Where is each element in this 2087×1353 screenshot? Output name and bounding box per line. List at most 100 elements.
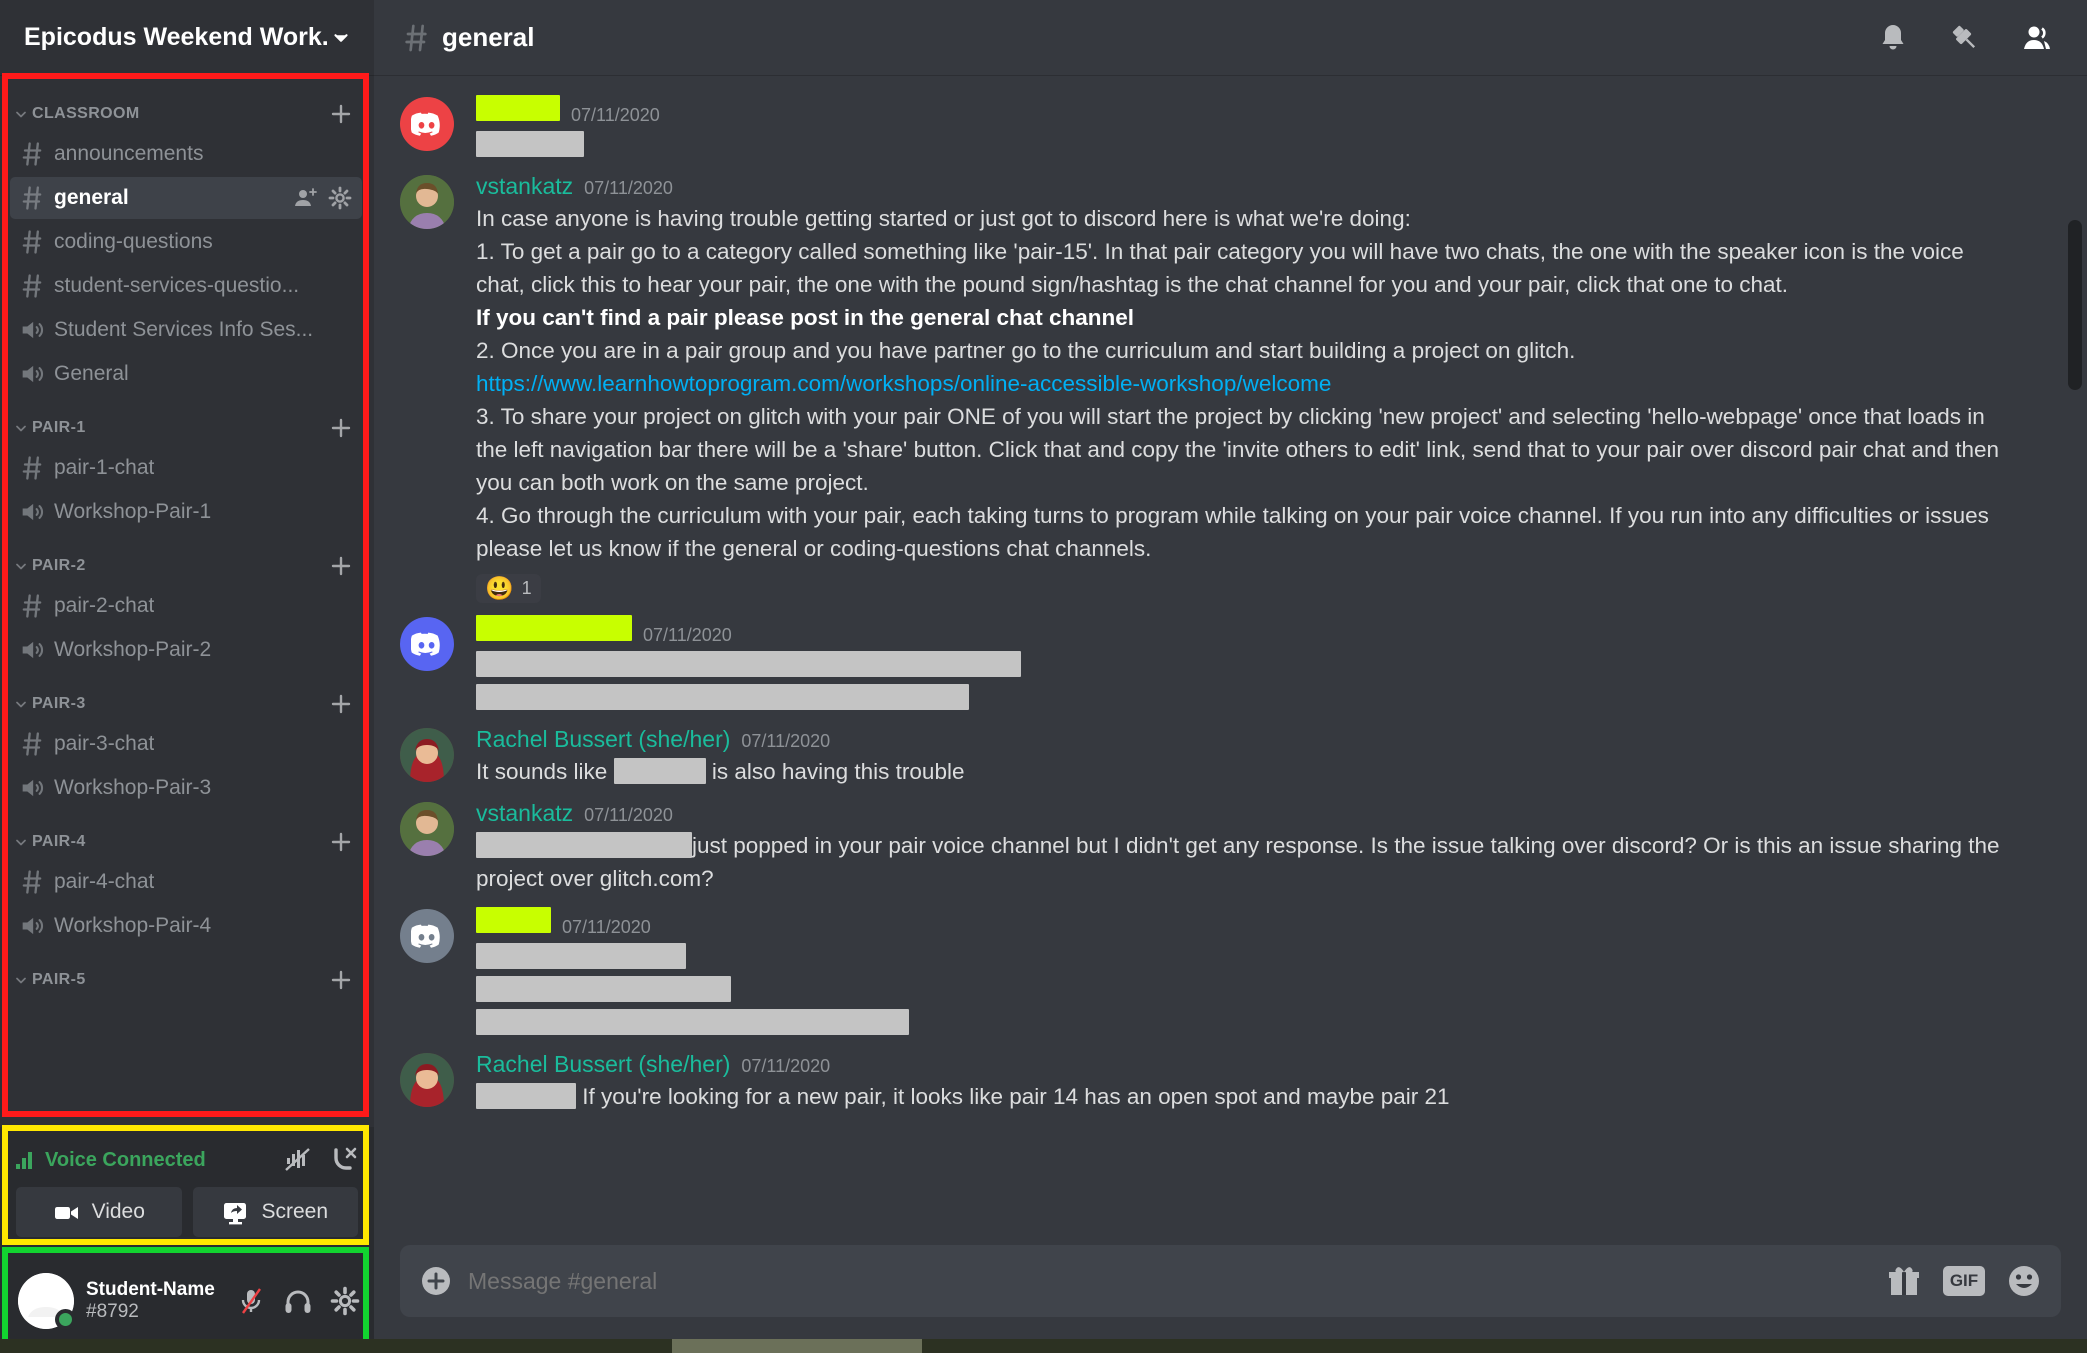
category-label: PAIR-3 bbox=[32, 695, 86, 712]
add-channel-icon[interactable] bbox=[330, 693, 352, 715]
user-display-name: Student-Name bbox=[86, 1279, 215, 1301]
channel-label: announcements bbox=[54, 142, 204, 165]
add-channel-icon[interactable] bbox=[330, 555, 352, 577]
add-channel-icon[interactable] bbox=[330, 417, 352, 439]
server-header[interactable]: Epicodus Weekend Work... bbox=[0, 0, 374, 75]
category-header-pair-2[interactable]: PAIR-2 bbox=[0, 535, 374, 583]
gear-icon[interactable] bbox=[330, 1286, 360, 1316]
redaction-block bbox=[476, 651, 1021, 677]
gif-button[interactable]: GIF bbox=[1943, 1266, 1985, 1296]
emoji-icon: 😃 bbox=[485, 575, 514, 601]
chevron-down-icon[interactable] bbox=[14, 973, 28, 987]
avatar[interactable] bbox=[400, 1053, 454, 1107]
category-header-pair-4[interactable]: PAIR-4 bbox=[0, 811, 374, 859]
avatar[interactable] bbox=[400, 909, 454, 963]
disconnect-call-icon[interactable] bbox=[330, 1146, 358, 1174]
create-invite-icon[interactable] bbox=[294, 186, 318, 210]
screen-share-button[interactable]: Screen bbox=[192, 1187, 358, 1237]
video-button-label: Video bbox=[91, 1200, 145, 1223]
emoji-icon[interactable] bbox=[2007, 1264, 2041, 1298]
avatar[interactable] bbox=[400, 728, 454, 782]
chevron-down-icon[interactable] bbox=[14, 421, 28, 435]
category-header-classroom[interactable]: CLASSROOM bbox=[0, 83, 374, 131]
sidebar-item-coding-questions[interactable]: coding-questions bbox=[10, 221, 362, 263]
message-body: Rachel Bussert (she/her) 07/11/2020 It sou… bbox=[476, 726, 2017, 788]
avatar[interactable] bbox=[400, 617, 454, 671]
message: Rachel Bussert (she/her) 07/11/2020 If yo… bbox=[374, 1045, 2087, 1119]
add-channel-icon[interactable] bbox=[330, 969, 352, 991]
chevron-down-icon[interactable] bbox=[330, 27, 352, 49]
message: 07/11/2020 bbox=[374, 89, 2087, 167]
sidebar-item-workshop-pair-3[interactable]: Workshop-Pair-3 bbox=[10, 767, 362, 809]
sidebar-item-student-services-questio[interactable]: student-services-questio... bbox=[10, 265, 362, 307]
avatar[interactable] bbox=[18, 1273, 76, 1330]
avatar[interactable] bbox=[400, 802, 454, 856]
video-button[interactable]: Video bbox=[16, 1187, 182, 1237]
channel-label: Student Services Info Ses... bbox=[54, 318, 314, 341]
noise-suppression-icon[interactable] bbox=[284, 1146, 312, 1174]
category-header-pair-1[interactable]: PAIR-1 bbox=[0, 397, 374, 445]
microphone-muted-icon[interactable] bbox=[236, 1286, 266, 1316]
sidebar-item-general[interactable]: General bbox=[10, 353, 362, 395]
add-channel-icon[interactable] bbox=[330, 831, 352, 853]
add-channel-icon[interactable] bbox=[330, 103, 352, 125]
sidebar-item-workshop-pair-4[interactable]: Workshop-Pair-4 bbox=[10, 905, 362, 947]
channel-label: Workshop-Pair-4 bbox=[54, 914, 212, 937]
category-label: CLASSROOM bbox=[32, 105, 140, 122]
message-author[interactable]: vstankatz bbox=[476, 800, 573, 827]
hash-icon bbox=[22, 870, 42, 894]
channel-hover-actions bbox=[294, 186, 352, 210]
message: vstankatz 07/11/2020 In case anyone is hav… bbox=[374, 167, 2087, 609]
pin-icon[interactable] bbox=[1949, 22, 1981, 54]
message-text-redacted bbox=[476, 940, 2017, 973]
message-scrollbar[interactable] bbox=[2068, 220, 2082, 390]
bell-icon[interactable] bbox=[1877, 22, 1909, 54]
sidebar-item-pair-2-chat[interactable]: pair-2-chat bbox=[10, 585, 362, 627]
message-reaction[interactable]: 😃 1 bbox=[476, 574, 541, 603]
message-timestamp: 07/11/2020 bbox=[643, 625, 732, 645]
message-list[interactable]: 07/11/2020 vstankatz 07/11/2020 In case any… bbox=[374, 75, 2087, 1245]
message-author[interactable]: Rachel Bussert (she/her) bbox=[476, 726, 730, 753]
avatar[interactable] bbox=[400, 175, 454, 229]
channel-list[interactable]: CLASSROOM announcements general coding-ques… bbox=[0, 75, 374, 1127]
headphones-icon[interactable] bbox=[283, 1286, 313, 1316]
speaker-icon bbox=[22, 365, 44, 383]
message-timestamp: 07/11/2020 bbox=[562, 917, 651, 937]
gift-icon[interactable] bbox=[1887, 1264, 1921, 1298]
hash-icon bbox=[22, 230, 42, 254]
message-author[interactable]: vstankatz bbox=[476, 173, 573, 200]
sidebar-item-general[interactable]: general bbox=[10, 177, 362, 219]
add-attachment-icon[interactable] bbox=[418, 1263, 454, 1299]
user-control-icons bbox=[236, 1286, 360, 1316]
category-header-pair-3[interactable]: PAIR-3 bbox=[0, 673, 374, 721]
sidebar-item-pair-3-chat[interactable]: pair-3-chat bbox=[10, 723, 362, 765]
sidebar-item-workshop-pair-1[interactable]: Workshop-Pair-1 bbox=[10, 491, 362, 533]
category-header-pair-5[interactable]: PAIR-5 bbox=[0, 949, 374, 997]
sidebar-item-announcements[interactable]: announcements bbox=[10, 133, 362, 175]
message-text: just popped in your pair voice channel b… bbox=[476, 832, 2000, 891]
online-status-dot bbox=[55, 1309, 76, 1330]
channel-settings-icon[interactable] bbox=[328, 186, 352, 210]
message-composer[interactable]: GIF bbox=[400, 1245, 2061, 1317]
chevron-down-icon[interactable] bbox=[14, 835, 28, 849]
chevron-down-icon[interactable] bbox=[14, 107, 28, 121]
user-photo bbox=[400, 802, 454, 856]
screen-button-label: Screen bbox=[261, 1200, 329, 1223]
message-timestamp: 07/11/2020 bbox=[584, 178, 673, 198]
message-author[interactable] bbox=[476, 95, 560, 121]
message-link[interactable]: https://www.learnhowtoprogram.com/worksh… bbox=[476, 371, 1331, 396]
message-author[interactable] bbox=[476, 907, 551, 933]
sidebar-item-workshop-pair-2[interactable]: Workshop-Pair-2 bbox=[10, 629, 362, 671]
sidebar-item-pair-4-chat[interactable]: pair-4-chat bbox=[10, 861, 362, 903]
members-icon[interactable] bbox=[2021, 22, 2053, 54]
message-author[interactable]: Rachel Bussert (she/her) bbox=[476, 1051, 730, 1078]
message-header: 07/11/2020 bbox=[476, 907, 2017, 938]
channel-label: pair-1-chat bbox=[54, 456, 155, 479]
sidebar-item-pair-1-chat[interactable]: pair-1-chat bbox=[10, 447, 362, 489]
sidebar-item-student-services-info-ses[interactable]: Student Services Info Ses... bbox=[10, 309, 362, 351]
chevron-down-icon[interactable] bbox=[14, 697, 28, 711]
message-author[interactable] bbox=[476, 615, 632, 641]
avatar[interactable] bbox=[400, 97, 454, 151]
chevron-down-icon[interactable] bbox=[14, 559, 28, 573]
message-input[interactable] bbox=[468, 1267, 1887, 1295]
